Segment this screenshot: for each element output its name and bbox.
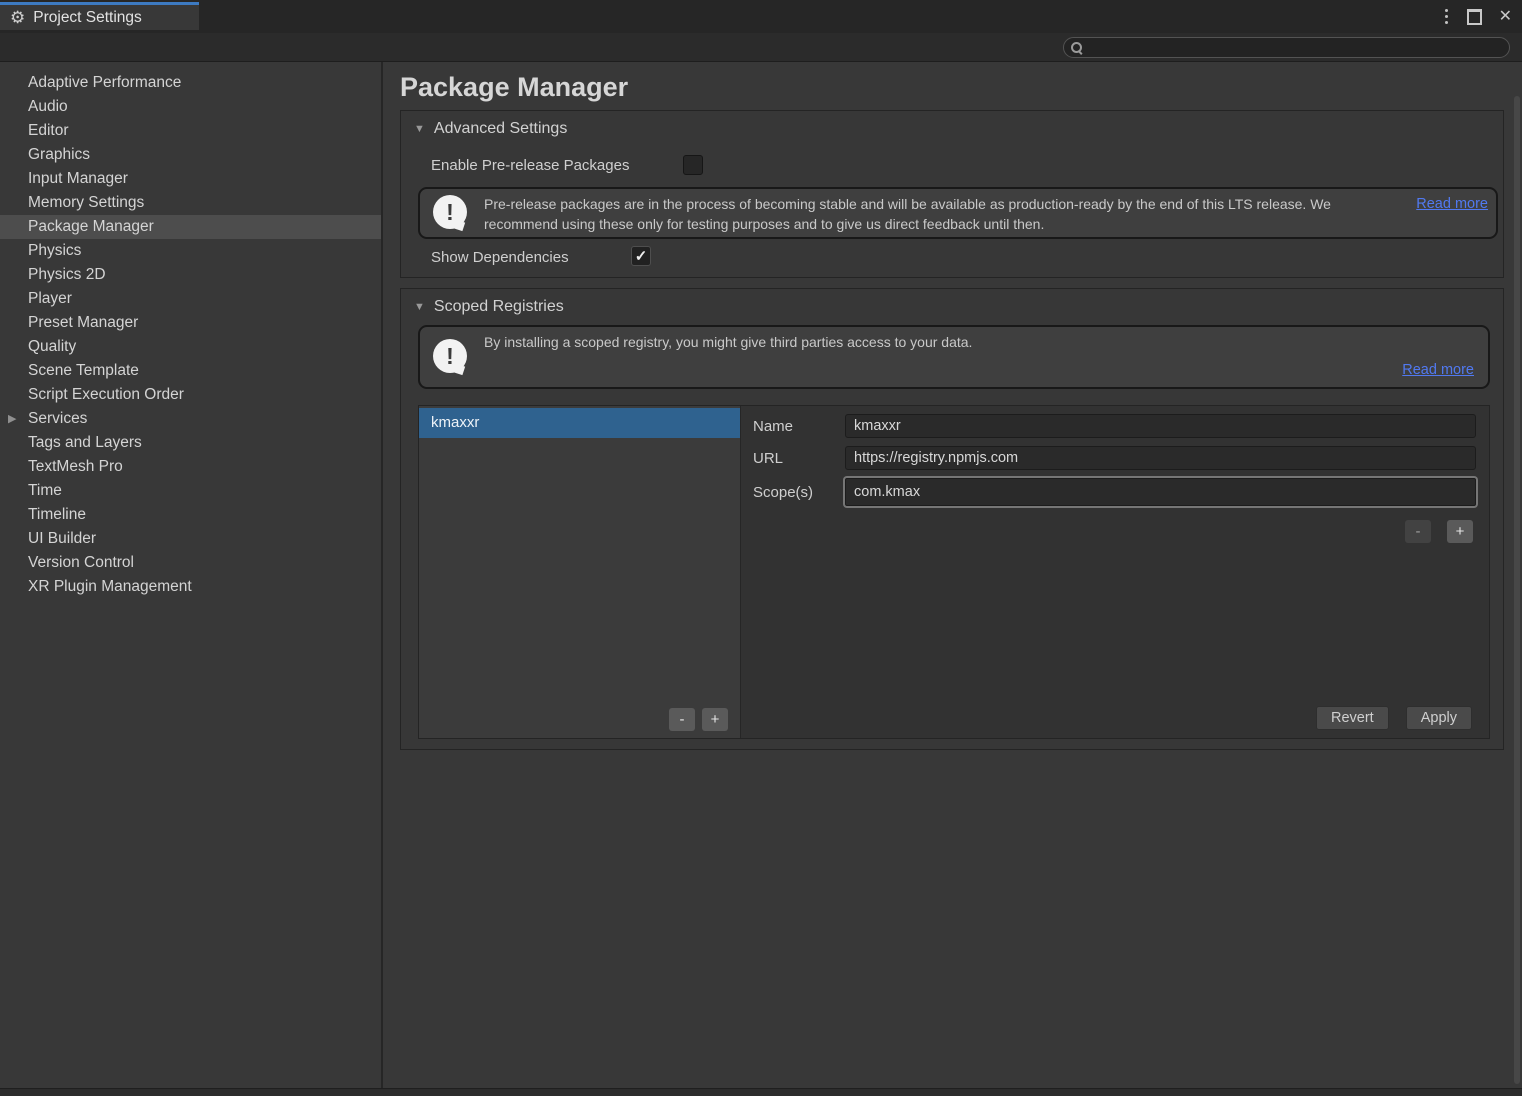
search-input[interactable] [1084,40,1509,55]
registry-list-item-kmaxxr[interactable]: kmaxxr [419,408,740,438]
scope-remove-button[interactable]: - [1405,520,1431,543]
info-bubble-icon: ! [433,195,469,231]
search-box[interactable] [1063,37,1510,58]
sidebar-item-package-manager[interactable]: Package Manager [0,215,381,239]
sidebar-item-scene-template[interactable]: Scene Template [0,359,381,383]
sidebar-item-timeline[interactable]: Timeline [0,503,381,527]
package-manager-settings-pane: Package Manager ▼ Advanced Settings Enab… [383,62,1522,1088]
name-label: Name [753,418,845,435]
sidebar-item-ui-builder[interactable]: UI Builder [0,527,381,551]
search-icon [1070,41,1084,55]
registry-split-panel: kmaxxr - + Name URL Scope(s) [418,405,1490,739]
sidebar-item-memory-settings[interactable]: Memory Settings [0,191,381,215]
advanced-settings-section: ▼ Advanced Settings Enable Pre-release P… [400,110,1504,278]
registry-remove-button[interactable]: - [669,708,695,731]
gear-icon: ⚙ [10,9,25,26]
advanced-settings-foldout[interactable]: ▼ Advanced Settings [414,120,567,138]
sidebar-item-input-manager[interactable]: Input Manager [0,167,381,191]
url-label: URL [753,450,845,467]
maximize-icon[interactable] [1467,9,1482,25]
registry-add-button[interactable]: + [702,708,728,731]
url-field[interactable] [845,446,1476,470]
sidebar-item-xr-plugin-management[interactable]: XR Plugin Management [0,575,381,599]
page-title: Package Manager [400,72,628,103]
sidebar-item-editor[interactable]: Editor [0,119,381,143]
vertical-scrollbar[interactable] [1514,96,1520,1084]
tab-title: Project Settings [33,9,142,27]
enable-prerelease-checkbox[interactable] [683,155,703,175]
foldout-open-icon: ▼ [414,123,425,135]
read-more-link-scoped[interactable]: Read more [1402,362,1474,378]
toolbar [0,33,1522,62]
apply-button[interactable]: Apply [1406,706,1472,730]
check-icon: ✓ [635,249,648,264]
window-menu-icon[interactable] [1443,5,1450,28]
registry-list: kmaxxr - + [419,406,741,738]
scoped-registries-foldout[interactable]: ▼ Scoped Registries [414,298,564,316]
window-bottom-edge [0,1088,1522,1096]
sidebar-item-script-execution-order[interactable]: Script Execution Order [0,383,381,407]
scopes-label: Scope(s) [753,484,845,501]
prerelease-info-text: Pre-release packages are in the process … [484,195,1380,235]
sidebar-item-player[interactable]: Player [0,287,381,311]
sidebar-item-graphics[interactable]: Graphics [0,143,381,167]
name-field[interactable] [845,414,1476,438]
registry-detail-pane: Name URL Scope(s) - + Revert Apply [741,406,1489,738]
read-more-link-prerelease[interactable]: Read more [1416,196,1488,212]
sidebar-item-services[interactable]: ▶ Services [0,407,381,431]
sidebar-item-physics[interactable]: Physics [0,239,381,263]
show-dependencies-checkbox[interactable]: ✓ [631,246,651,266]
foldout-open-icon: ▼ [414,301,425,313]
revert-button[interactable]: Revert [1316,706,1389,730]
sidebar-item-adaptive-performance[interactable]: Adaptive Performance [0,71,381,95]
sidebar-item-time[interactable]: Time [0,479,381,503]
info-bubble-icon: ! [433,339,469,375]
sidebar-item-quality[interactable]: Quality [0,335,381,359]
sidebar-item-version-control[interactable]: Version Control [0,551,381,575]
show-dependencies-label: Show Dependencies [431,249,569,266]
settings-sidebar: Adaptive Performance Audio Editor Graphi… [0,62,381,1088]
prerelease-info-box: ! Pre-release packages are in the proces… [418,187,1498,239]
scoped-registry-info-box: ! By installing a scoped registry, you m… [418,325,1490,389]
enable-prerelease-label: Enable Pre-release Packages [431,157,629,174]
foldout-closed-icon[interactable]: ▶ [8,407,16,431]
tab-project-settings[interactable]: ⚙ Project Settings [0,2,199,30]
sidebar-item-preset-manager[interactable]: Preset Manager [0,311,381,335]
title-bar: ⚙ Project Settings ✕ [0,0,1522,33]
sidebar-item-physics-2d[interactable]: Physics 2D [0,263,381,287]
scoped-registries-section: ▼ Scoped Registries ! By installing a sc… [400,288,1504,750]
scopes-field[interactable] [845,478,1476,506]
sidebar-item-textmesh-pro[interactable]: TextMesh Pro [0,455,381,479]
close-icon[interactable]: ✕ [1499,9,1512,25]
scope-add-button[interactable]: + [1447,520,1473,543]
sidebar-item-audio[interactable]: Audio [0,95,381,119]
sidebar-item-tags-and-layers[interactable]: Tags and Layers [0,431,381,455]
scoped-registry-info-text: By installing a scoped registry, you mig… [484,333,1372,353]
